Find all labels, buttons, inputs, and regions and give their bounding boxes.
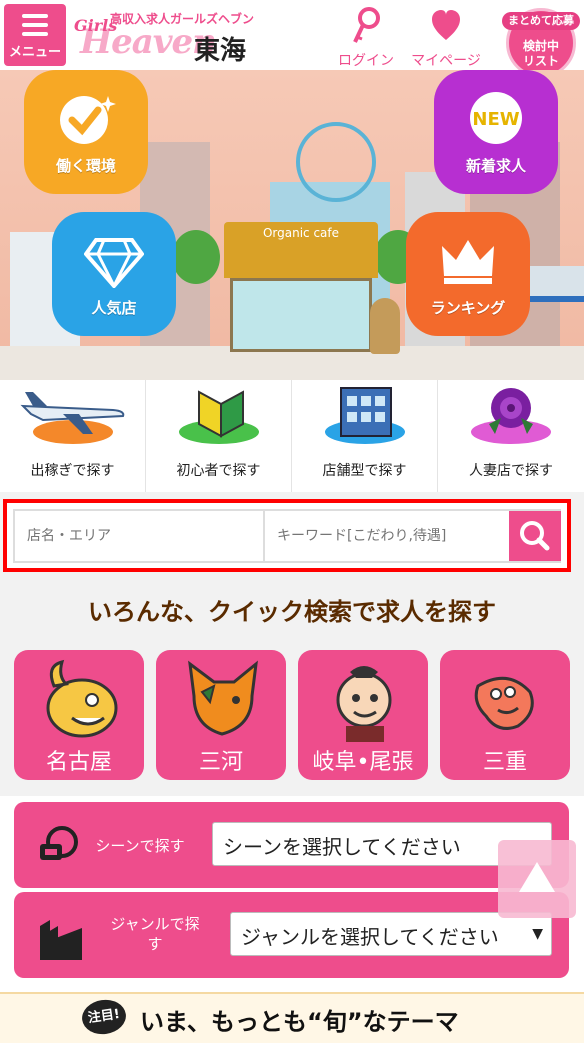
area-label: 岐阜•尾張 [312, 750, 414, 775]
genre-filter-label: ジャンルで探 す [110, 915, 200, 953]
area-label: 三河 [198, 750, 243, 775]
header: メニュー 高収入求人ガールズヘブン Heaven Girls 東海 ログイン マ… [0, 0, 584, 78]
page-top-button[interactable] [498, 840, 576, 918]
girl-character [370, 298, 400, 354]
login-link[interactable]: ログイン [338, 6, 394, 70]
favorite-line2: リスト [522, 54, 559, 68]
category-label: 店舗型で探す [322, 463, 407, 479]
rose-icon [489, 388, 533, 434]
keyword-search-input[interactable] [267, 511, 507, 561]
area-label: 名古屋 [45, 750, 112, 775]
menu-label: メニュー [8, 45, 61, 60]
ranking-button[interactable]: ランキング [406, 212, 530, 336]
mypage-link[interactable]: マイページ [408, 6, 484, 70]
area-search-input[interactable] [17, 511, 261, 561]
svg-text:NEW: NEW [472, 109, 519, 130]
airplane-icon [19, 392, 124, 434]
crown-icon [442, 240, 494, 284]
area-mikawa-button[interactable]: 三河 [156, 650, 286, 780]
hero-illustration: Organic cafe 働く環境 NEW 新着求人 人気店 ランキング [0, 70, 584, 380]
area-label: 三重 [482, 750, 527, 775]
logo-girls: Girls [74, 16, 118, 35]
favorite-list-button[interactable]: 検討中 リスト まとめて応募 [502, 4, 580, 78]
genre-filter-row: ジャンルで探 す ジャンルを選択してください ▼ [14, 892, 569, 978]
category-beginner[interactable]: 初心者で探す [146, 380, 292, 492]
featured-theme-banner[interactable]: 注目! いま、もっとも“旬”なテーマ [0, 992, 584, 1043]
ferris-wheel [296, 122, 376, 202]
menu-button[interactable]: メニュー [4, 4, 66, 66]
work-environment-button[interactable]: 働く環境 [24, 70, 148, 194]
scene-filter-label: シーンで探す [95, 837, 185, 855]
area-buttons: 名古屋 三河 岐阜•尾張 三重 [14, 650, 570, 780]
samurai-icon [336, 666, 392, 742]
login-label: ログイン [338, 53, 394, 69]
category-store-type[interactable]: 店舗型で探す [292, 380, 438, 492]
heart-icon [432, 10, 460, 40]
area-mie-button[interactable]: 三重 [440, 650, 570, 780]
cafe-windows [230, 278, 372, 352]
page: メニュー 高収入求人ガールズヘブン Heaven Girls 東海 ログイン マ… [0, 0, 584, 1043]
search-button[interactable] [509, 511, 561, 561]
layers-icon [40, 920, 82, 960]
scene-select-value: シーンを選択してください [223, 835, 461, 859]
logo-region: 東海 [194, 36, 247, 66]
beginner-mark-icon [197, 390, 244, 438]
diamond-icon [83, 238, 145, 290]
favorite-line1: 検討中 [522, 39, 559, 53]
quick-search-title: いろんな、クイック検索で求人を探す [88, 598, 496, 626]
ranking-label: ランキング [430, 299, 506, 317]
category-married[interactable]: 人妻店で探す [438, 380, 584, 492]
area-gifu-owari-button[interactable]: 岐阜•尾張 [298, 650, 428, 780]
check-icon [60, 96, 116, 144]
new-badge-icon: NEW [470, 92, 522, 144]
popular-shops-label: 人気店 [91, 299, 137, 317]
lobster-icon [474, 676, 534, 730]
category-travel-work[interactable]: 出稼ぎで探す [0, 380, 146, 492]
attention-badge: 注目! [79, 997, 129, 1037]
category-label: 人妻店で探す [469, 463, 553, 479]
bulk-apply-label: まとめて応募 [502, 12, 580, 30]
category-bar: 出稼ぎで探す 初心者で探す 店舗型で探す 人妻店で探す [0, 380, 584, 492]
scene-filter-row: シーンで探す シーンを選択してください [14, 802, 569, 888]
key-icon [353, 7, 380, 43]
work-environment-label: 働く環境 [55, 157, 116, 175]
search-bar [3, 499, 571, 572]
popular-shops-button[interactable]: 人気店 [52, 212, 176, 336]
speech-bubble-icon [40, 826, 78, 860]
area-nagoya-button[interactable]: 名古屋 [14, 650, 144, 780]
shachihoko-icon [46, 659, 118, 738]
new-jobs-label: 新着求人 [465, 157, 526, 175]
cafe-sign: Organic cafe [262, 226, 340, 240]
genre-select[interactable]: ジャンルを選択してください ▼ [230, 912, 552, 956]
filter-panel: シーンで探す シーンを選択してください ジャンルで探 す ジャンルを選択してくだ… [0, 796, 584, 992]
chevron-down-icon: ▼ [532, 926, 543, 942]
hamburger-icon [22, 14, 48, 41]
store-building-icon [339, 387, 392, 437]
category-label: 初心者で探す [176, 463, 261, 479]
tree [172, 230, 220, 284]
cafe-building: Organic cafe [224, 222, 378, 352]
site-logo[interactable]: 高収入求人ガールズヘブン Heaven Girls 東海 [74, 8, 254, 66]
featured-theme-title: いま、もっとも“旬”なテーマ [140, 1008, 459, 1036]
fox-icon [188, 660, 258, 736]
search-icon [520, 521, 550, 551]
arrow-up-icon [519, 862, 555, 892]
genre-select-value: ジャンルを選択してください [241, 925, 499, 949]
new-jobs-button[interactable]: NEW 新着求人 [434, 70, 558, 194]
mypage-label: マイページ [411, 53, 481, 69]
category-label: 出稼ぎで探す [30, 463, 115, 479]
